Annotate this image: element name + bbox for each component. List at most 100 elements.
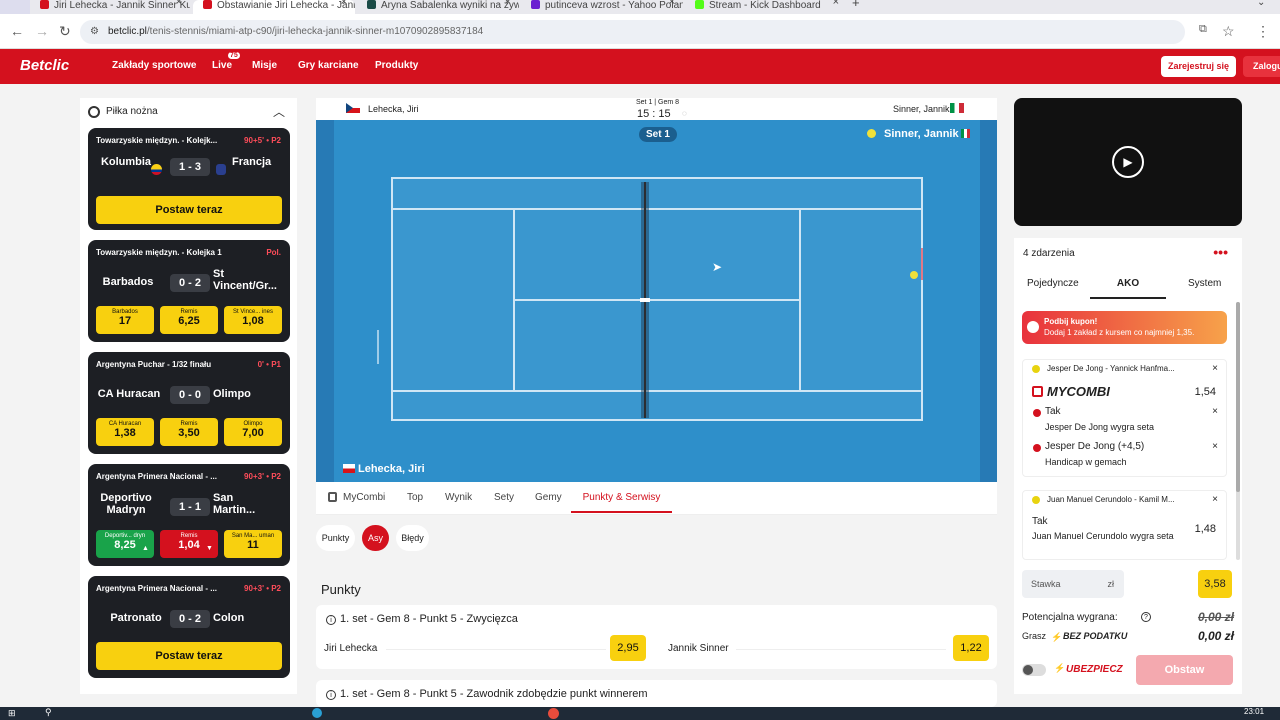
bet-item: Juan Manuel Cerundolo - Kamil M... × Tak…	[1022, 490, 1227, 560]
chrome-icon[interactable]	[548, 708, 559, 719]
selection-desc: Handicap w gemach	[1045, 457, 1127, 467]
tax-label: Grasz	[1022, 631, 1047, 641]
promo-title: Podbij kupon!	[1044, 317, 1098, 326]
nav-live[interactable]: Live	[212, 60, 232, 71]
browser-tab[interactable]: Aryna Sabalenka wyniki na żywo ×	[357, 0, 519, 14]
nav-misje[interactable]: Misje	[252, 60, 277, 71]
start-icon[interactable]: ⊞	[8, 708, 16, 719]
odds-away[interactable]: St Vince... ines 1,08	[224, 306, 282, 334]
slip-tab-ako[interactable]: AKO	[1090, 278, 1166, 299]
filter-asy[interactable]: Asy	[362, 525, 389, 551]
court-lines	[334, 120, 980, 482]
slip-scrollbar[interactable]	[1236, 302, 1240, 560]
home-team: CA Huracan	[97, 388, 161, 400]
odds-draw[interactable]: Remis 6,25	[160, 306, 218, 334]
stake-input[interactable]: Stawka zł	[1022, 570, 1124, 598]
tab-wynik[interactable]: Wynik	[445, 492, 472, 503]
live-match-card[interactable]: Argentyna Puchar - 1/32 finału 0' • P1 C…	[88, 352, 290, 454]
live-video[interactable]: ▶	[1014, 98, 1242, 226]
filter-punkty[interactable]: Punkty	[316, 525, 355, 551]
more-options-icon[interactable]: •••	[1213, 244, 1228, 260]
colombia-flag-icon	[151, 164, 162, 175]
nav-zaklady-sportowe[interactable]: Zakłady sportowe	[112, 60, 196, 71]
register-button[interactable]: Zarejestruj się	[1161, 56, 1236, 77]
windows-icon[interactable]	[0, 0, 30, 14]
new-tab-icon[interactable]: +	[852, 0, 866, 14]
odds-player1[interactable]: 2,95	[610, 635, 646, 661]
browser-tab[interactable]: putinceva wzrost - Yahoo Polan ×	[521, 0, 683, 14]
match-time: Pol.	[266, 248, 281, 257]
cursor-icon: ➤	[712, 260, 723, 274]
close-tab-icon[interactable]: ×	[505, 0, 511, 8]
bookmark-star-icon[interactable]: ☆	[1222, 23, 1235, 40]
set-badge: Set 1	[639, 127, 677, 142]
market-card: i 1. set - Gem 8 - Punkt 5 - Zawodnik zdo…	[316, 680, 997, 707]
forward-icon[interactable]: →	[35, 23, 49, 39]
remove-selection-icon[interactable]: ×	[1212, 441, 1218, 452]
odds-home[interactable]: CA Huracan 1,38	[96, 418, 154, 446]
insure-toggle[interactable]	[1022, 664, 1046, 676]
play-icon[interactable]: ▶	[1112, 146, 1144, 178]
reload-icon[interactable]: ↻	[59, 23, 71, 40]
close-tab-icon[interactable]: ×	[176, 0, 182, 8]
slip-tab-single[interactable]: Pojedyncze	[1027, 278, 1079, 289]
info-icon[interactable]: ?	[1141, 612, 1151, 622]
login-button[interactable]: Zaloguj	[1243, 56, 1280, 77]
live-match-card[interactable]: Argentyna Primera Nacional - ... 90+3' •…	[88, 464, 290, 566]
browser-tab-active[interactable]: Obstawianie Jiri Lehecka - Janni ×	[193, 0, 355, 14]
odds-draw[interactable]: Remis 3,50	[160, 418, 218, 446]
nav-gry-karciane[interactable]: Gry karciane	[298, 60, 359, 71]
remove-selection-icon[interactable]: ×	[1212, 406, 1218, 417]
tab-search-icon[interactable]: ⌄	[1257, 0, 1271, 14]
odds-home[interactable]: Deportiv... dryn 8,25	[96, 530, 154, 558]
away-team: Francja	[232, 156, 272, 168]
bet-item: Jesper De Jong - Yannick Hanfma... × MYC…	[1022, 359, 1227, 477]
live-match-card[interactable]: Argentyna Primera Nacional - ... 90+3' •…	[88, 576, 290, 678]
sport-header[interactable]: Piłka nożna ︿	[80, 98, 297, 126]
info-icon[interactable]: i	[326, 690, 336, 700]
back-icon[interactable]: ←	[10, 23, 24, 39]
odds-away[interactable]: Olimpo 7,00	[224, 418, 282, 446]
home-team: Deportivo Madryn	[100, 492, 152, 516]
flashscore-favicon-icon	[367, 0, 376, 9]
bet-event: Juan Manuel Cerundolo - Kamil M...	[1047, 495, 1175, 504]
site-info-icon[interactable]: ⚙	[90, 20, 99, 44]
match-score: 0 - 2	[170, 610, 210, 628]
promo-banner[interactable]: Podbij kupon! Dodaj 1 zakład z kursem co…	[1022, 311, 1227, 344]
browser-tab[interactable]: Jiri Lehecka - Jannik Sinner Kurs ×	[30, 0, 190, 14]
betclic-logo[interactable]: Betclic	[20, 57, 69, 74]
remove-bet-icon[interactable]: ×	[1212, 363, 1218, 374]
nav-produkty[interactable]: Produkty	[375, 60, 418, 71]
odds-away[interactable]: San Ma... uman 11	[224, 530, 282, 558]
tab-punkty-serwisy[interactable]: Punkty & Serwisy	[571, 492, 672, 513]
url-bar[interactable]: ⚙ betclic.pl/tenis-stennis/miami-atp-c90…	[80, 20, 1185, 44]
bet-now-button[interactable]: Postaw teraz	[96, 196, 282, 224]
menu-dots-icon[interactable]: ⋮	[1256, 23, 1270, 40]
serve-indicator-icon: ◌	[682, 109, 687, 118]
chevron-up-icon[interactable]: ︿	[273, 98, 285, 126]
league-name: Argentyna Primera Nacional - ...	[96, 472, 217, 481]
place-bet-button[interactable]: Obstaw	[1136, 655, 1233, 685]
odds-player2[interactable]: 1,22	[953, 635, 989, 661]
search-icon[interactable]: ⚲	[45, 707, 52, 718]
close-tab-icon[interactable]: ×	[669, 0, 675, 8]
close-tab-icon[interactable]: ×	[341, 0, 347, 8]
odds-draw[interactable]: Remis 1,04	[160, 530, 218, 558]
tab-gemy[interactable]: Gemy	[535, 492, 562, 503]
tab-top[interactable]: Top	[407, 492, 423, 503]
edge-icon[interactable]	[312, 708, 322, 718]
live-match-card[interactable]: Towarzyskie międzyn. - Kolejka 1 Pol. Ba…	[88, 240, 290, 342]
odds-home[interactable]: Barbados 17	[96, 306, 154, 334]
filter-bledy[interactable]: Błędy	[396, 525, 429, 551]
tab-mycombi[interactable]: MyCombi	[343, 492, 385, 503]
site-header: Betclic Zakłady sportowe Live 75 Misje G…	[0, 49, 1280, 84]
info-icon[interactable]: i	[326, 615, 336, 625]
browser-tab[interactable]: Stream - Kick Dashboard ×	[685, 0, 847, 14]
slip-tab-system[interactable]: System	[1188, 278, 1221, 289]
live-match-card[interactable]: Towarzyskie międzyn. - Kolejk... 90+5' •…	[88, 128, 290, 230]
remove-bet-icon[interactable]: ×	[1212, 494, 1218, 505]
close-tab-icon[interactable]: ×	[833, 0, 839, 8]
install-app-icon[interactable]: ⧉	[1199, 23, 1207, 36]
bet-now-button[interactable]: Postaw teraz	[96, 642, 282, 670]
tab-sety[interactable]: Sety	[494, 492, 514, 503]
